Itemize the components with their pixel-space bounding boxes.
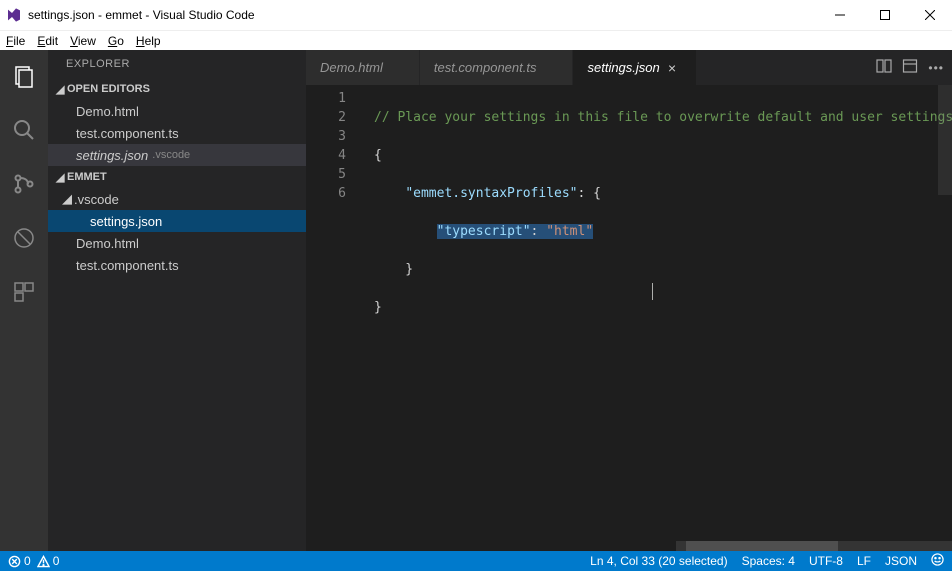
tree-file[interactable]: settings.json: [48, 210, 306, 232]
tree-file[interactable]: Demo.html: [48, 232, 306, 254]
editor-group: Demo.html× test.component.ts× settings.j…: [306, 50, 952, 551]
code-content[interactable]: // Place your settings in this file to o…: [362, 85, 952, 551]
window-title: settings.json - emmet - Visual Studio Co…: [28, 8, 255, 22]
code-editor[interactable]: 1 2 3 4 5 6 // Place your settings in th…: [306, 85, 952, 551]
open-editor-item[interactable]: Demo.html: [48, 100, 306, 122]
text-cursor-icon: [652, 283, 653, 300]
window-close-button[interactable]: [907, 0, 952, 30]
status-language[interactable]: JSON: [885, 554, 917, 568]
sidebar-explorer: EXPLORER ◢OPEN EDITORS Demo.html test.co…: [48, 50, 306, 551]
horizontal-scrollbar[interactable]: [676, 541, 952, 551]
activity-git-icon[interactable]: [0, 166, 48, 202]
menu-file[interactable]: File: [6, 34, 25, 48]
sidebar-title: EXPLORER: [48, 50, 306, 78]
tab-demo[interactable]: Demo.html×: [306, 50, 420, 85]
status-errors[interactable]: 0: [8, 554, 31, 568]
menu-go[interactable]: Go: [108, 34, 124, 48]
menu-edit[interactable]: Edit: [37, 34, 58, 48]
tab-settings[interactable]: settings.json×: [573, 50, 696, 85]
window-maximize-button[interactable]: [862, 0, 907, 30]
tab-test-component[interactable]: test.component.ts×: [420, 50, 574, 85]
status-feedback-icon[interactable]: [931, 553, 944, 569]
activity-debug-icon[interactable]: [0, 220, 48, 256]
chevron-down-icon: ◢: [62, 191, 72, 207]
open-editor-item[interactable]: settings.json.vscode: [48, 144, 306, 166]
sidebar-section-project[interactable]: ◢EMMET: [48, 166, 306, 188]
tree-folder[interactable]: ◢.vscode: [48, 188, 306, 210]
activity-extensions-icon[interactable]: [0, 274, 48, 310]
vs-logo-icon: [6, 7, 22, 23]
status-bar: 0 0 Ln 4, Col 33 (20 selected) Spaces: 4…: [0, 551, 952, 571]
chevron-down-icon: ◢: [56, 171, 66, 184]
line-number-gutter: 1 2 3 4 5 6: [306, 85, 362, 551]
split-editor-icon[interactable]: [876, 58, 892, 77]
sidebar-section-open-editors[interactable]: ◢OPEN EDITORS: [48, 78, 306, 100]
activity-bar: [0, 50, 48, 551]
show-open-editors-icon[interactable]: [902, 58, 918, 77]
status-eol[interactable]: LF: [857, 554, 871, 568]
window-minimize-button[interactable]: [817, 0, 862, 30]
editor-tabs: Demo.html× test.component.ts× settings.j…: [306, 50, 952, 85]
status-warnings[interactable]: 0: [37, 554, 60, 568]
window-titlebar: settings.json - emmet - Visual Studio Co…: [0, 0, 952, 30]
status-cursor-position[interactable]: Ln 4, Col 33 (20 selected): [590, 554, 727, 568]
menubar: File Edit View Go Help: [0, 30, 952, 50]
status-indentation[interactable]: Spaces: 4: [742, 554, 795, 568]
status-encoding[interactable]: UTF-8: [809, 554, 843, 568]
chevron-down-icon: ◢: [56, 83, 66, 96]
vertical-scrollbar[interactable]: [938, 85, 952, 541]
more-icon[interactable]: •••: [928, 61, 944, 75]
activity-explorer-icon[interactable]: [0, 58, 48, 94]
activity-search-icon[interactable]: [0, 112, 48, 148]
close-icon[interactable]: ×: [668, 60, 682, 76]
menu-help[interactable]: Help: [136, 34, 161, 48]
menu-view[interactable]: View: [70, 34, 96, 48]
tree-file[interactable]: test.component.ts: [48, 254, 306, 276]
open-editor-item[interactable]: test.component.ts: [48, 122, 306, 144]
